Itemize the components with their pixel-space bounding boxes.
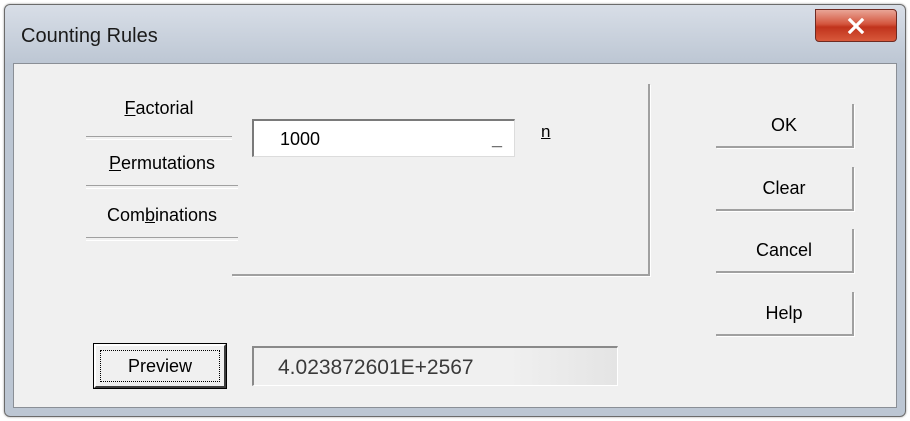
- result-field: 4.023872601E+2567: [252, 346, 618, 386]
- permutations-button[interactable]: Permutations: [86, 149, 238, 189]
- help-button[interactable]: Help: [716, 292, 854, 336]
- dialog-body: Factorial Permutations Combinations 1000…: [13, 63, 897, 408]
- close-icon: [847, 17, 865, 34]
- title-bar[interactable]: Counting Rules: [5, 5, 905, 61]
- focus-ring: [100, 350, 220, 382]
- cancel-button[interactable]: Cancel: [716, 229, 854, 273]
- n-input-dash: _: [491, 129, 502, 149]
- ok-label: OK: [770, 114, 797, 135]
- n-label: n: [541, 122, 551, 141]
- help-label: Help: [765, 302, 803, 323]
- factorial-button[interactable]: Factorial: [86, 92, 232, 140]
- clear-label: Clear: [762, 177, 806, 198]
- factorial-label: Factorial: [124, 98, 194, 118]
- result-value: 4.023872601E+2567: [278, 356, 474, 379]
- close-button[interactable]: [815, 9, 897, 42]
- window-title: Counting Rules: [21, 25, 158, 47]
- n-input[interactable]: 1000 _: [252, 119, 515, 157]
- combinations-button[interactable]: Combinations: [86, 201, 238, 241]
- counting-rules-dialog: Counting Rules Factorial Permutations Co…: [4, 4, 906, 417]
- preview-button[interactable]: Preview: [93, 343, 227, 389]
- n-input-value: 1000: [280, 129, 321, 149]
- clear-button[interactable]: Clear: [716, 167, 854, 211]
- permutations-label: Permutations: [108, 153, 216, 173]
- combinations-label: Combinations: [106, 205, 218, 225]
- input-group-box: [232, 84, 650, 276]
- cancel-label: Cancel: [755, 239, 813, 260]
- ok-button[interactable]: OK: [716, 104, 854, 148]
